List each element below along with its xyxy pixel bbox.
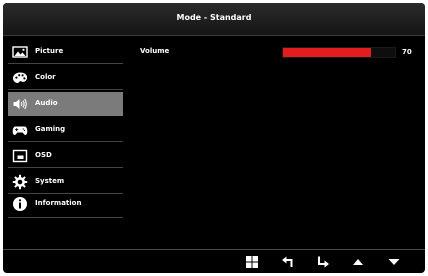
sidebar-item-label: Audio [35, 99, 58, 107]
volume-value: 70 [402, 48, 412, 56]
sidebar-item-color[interactable]: Color [8, 66, 123, 90]
sidebar-item-label: Information [35, 199, 82, 207]
sidebar-item-label: Color [35, 73, 56, 81]
title-bar: Mode - Standard [3, 3, 425, 36]
sidebar-item-label: OSD [35, 151, 52, 159]
sidebar-item-system[interactable]: System [8, 170, 123, 194]
volume-label: Volume [140, 47, 170, 55]
enter-button[interactable] [314, 254, 332, 270]
sidebar-item-label: Gaming [35, 125, 66, 133]
sidebar-item-label: Picture [35, 47, 64, 55]
sidebar-item-audio[interactable]: Audio [8, 92, 123, 116]
sidebar-item-picture[interactable]: Picture [8, 40, 123, 64]
osd-icon [12, 148, 28, 164]
down-arrow-icon [385, 254, 403, 270]
osd-menu: Mode - Standard Picture Color Audio Gami… [3, 3, 425, 273]
speaker-icon [12, 96, 28, 112]
sidebar-item-label: System [35, 177, 65, 185]
menu-grid-button[interactable] [243, 254, 261, 270]
down-button[interactable] [385, 254, 403, 270]
enter-icon [314, 254, 332, 270]
bottom-divider [3, 249, 425, 250]
sidebar-item-osd[interactable]: OSD [8, 144, 123, 168]
back-button[interactable] [279, 254, 297, 270]
info-icon [12, 196, 28, 212]
up-button[interactable] [349, 254, 367, 270]
up-arrow-icon [349, 254, 367, 270]
back-icon [279, 254, 297, 270]
gamepad-icon [12, 122, 28, 138]
palette-icon [12, 70, 28, 86]
volume-slider[interactable] [282, 47, 396, 58]
picture-icon [12, 44, 28, 60]
gear-icon [12, 174, 28, 190]
sidebar: Picture Color Audio Gaming OSD System In… [3, 40, 123, 220]
menu-grid-icon [243, 254, 261, 270]
sidebar-item-information[interactable]: Information [8, 194, 123, 218]
mode-title: Mode - Standard [176, 13, 252, 22]
volume-slider-fill [283, 48, 372, 57]
sidebar-item-gaming[interactable]: Gaming [8, 118, 123, 142]
